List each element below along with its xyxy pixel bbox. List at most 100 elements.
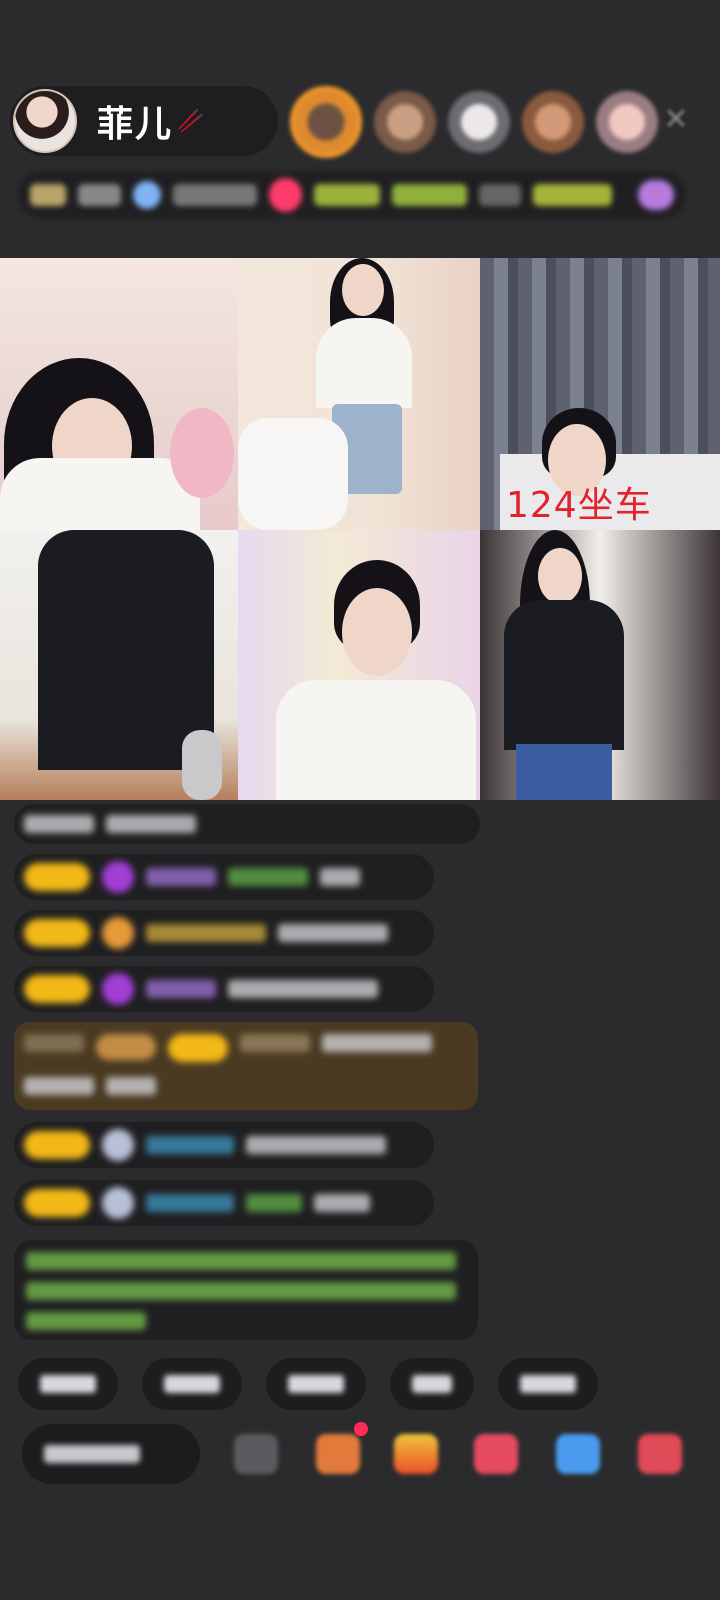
chip-text [40, 1375, 96, 1393]
streamer-face [538, 548, 582, 604]
fan-badge-icon [102, 1129, 134, 1161]
fan-badge-icon [102, 861, 134, 893]
plush-toy [170, 408, 234, 498]
chat-message[interactable] [14, 910, 434, 956]
chat-message[interactable] [14, 854, 434, 900]
quick-reply-chip[interactable] [390, 1358, 474, 1410]
notice-text [26, 1252, 456, 1270]
video-tile[interactable] [238, 530, 480, 800]
level-badge [24, 975, 90, 1003]
host-info-pill[interactable]: 菲儿 🥢 [10, 86, 278, 156]
streamer-clothes [276, 680, 476, 800]
bottom-action-bar [22, 1422, 712, 1488]
tile-caption: 124坐车 [506, 485, 652, 526]
game-icon[interactable] [316, 1434, 360, 1474]
system-notice [14, 1240, 478, 1340]
gift-icon[interactable] [638, 1434, 682, 1474]
viewer-avatar[interactable] [596, 91, 658, 153]
close-icon[interactable]: ✕ [660, 104, 692, 136]
message-text [320, 868, 360, 886]
chat-input-placeholder [44, 1445, 140, 1463]
video-tile[interactable] [0, 258, 238, 530]
fan-badge-icon [102, 1187, 134, 1219]
level-badge [24, 1189, 90, 1217]
gift-box-icon[interactable] [394, 1434, 438, 1474]
fan-badge-icon [133, 181, 162, 209]
viewer-avatar[interactable] [374, 91, 436, 153]
quick-reply-chip[interactable] [142, 1358, 242, 1410]
live-room-screen: 菲儿 🥢 ✕ 124坐车 [0, 0, 720, 1600]
message-text [246, 1136, 386, 1154]
viewer-avatar[interactable] [448, 91, 510, 153]
level-badge [24, 1131, 90, 1159]
video-tile[interactable] [238, 258, 480, 530]
message-text [314, 1194, 370, 1212]
level-badge [168, 1034, 228, 1062]
info-text [173, 184, 257, 206]
message-text [106, 815, 196, 833]
streamer-clothes [0, 458, 200, 530]
video-tile[interactable] [0, 530, 238, 800]
message-text [228, 868, 308, 886]
chat-message-highlight[interactable] [14, 1022, 478, 1110]
info-text [77, 184, 122, 206]
message-text [278, 924, 388, 942]
notice-text [26, 1282, 456, 1300]
wallet-icon[interactable] [556, 1434, 600, 1474]
streamer-face [342, 264, 384, 316]
room-info-strip[interactable] [18, 172, 686, 218]
host-avatar[interactable] [13, 89, 77, 153]
info-tag [479, 184, 521, 206]
quick-reply-chip[interactable] [498, 1358, 598, 1410]
notification-dot [354, 1422, 368, 1436]
chip-text [288, 1375, 344, 1393]
message-text [322, 1034, 432, 1052]
quick-reply-chip[interactable] [18, 1358, 118, 1410]
username [146, 1194, 234, 1212]
multi-guest-video-grid: 124坐车 [0, 258, 720, 800]
username [146, 1136, 234, 1154]
fan-badge-icon [102, 973, 134, 1005]
username [146, 980, 216, 998]
chat-message[interactable] [14, 966, 434, 1012]
message-text [246, 1194, 302, 1212]
message-text [24, 1077, 94, 1095]
more-icon[interactable] [234, 1434, 278, 1474]
fan-badge-icon [102, 917, 134, 949]
level-badge [24, 919, 90, 947]
chip-text [164, 1375, 220, 1393]
streamer-jeans [516, 744, 612, 800]
host-name: 菲儿 [97, 104, 174, 145]
message-text [24, 815, 94, 833]
quick-reply-chip[interactable] [266, 1358, 366, 1410]
info-tag [314, 184, 380, 206]
share-icon[interactable] [474, 1434, 518, 1474]
viewer-avatar[interactable] [290, 86, 362, 158]
streamer-clothes [316, 318, 412, 408]
chip-text [412, 1375, 452, 1393]
info-tag [532, 184, 613, 206]
badge-icon [638, 180, 674, 210]
streamer-clothes [504, 600, 624, 750]
badge [96, 1034, 156, 1060]
chat-message[interactable] [14, 1122, 434, 1168]
quick-reply-bar [18, 1358, 598, 1410]
chat-message[interactable] [14, 804, 480, 844]
viewer-avatar[interactable] [522, 91, 584, 153]
streamer-face [342, 588, 412, 676]
chat-message[interactable] [14, 1180, 434, 1226]
username [146, 924, 266, 942]
badge [24, 1034, 84, 1052]
microphone [182, 730, 222, 800]
foreground-object [238, 418, 348, 530]
chat-input-button[interactable] [22, 1424, 200, 1484]
video-tile[interactable] [480, 530, 720, 800]
video-tile[interactable]: 124坐车 [480, 258, 720, 530]
notice-text [26, 1312, 146, 1330]
host-emoji-icon: 🥢 [177, 108, 205, 134]
chip-text [520, 1375, 576, 1393]
message-text [106, 1077, 156, 1095]
top-viewers-list [290, 86, 658, 158]
level-badge [24, 863, 90, 891]
username [240, 1034, 310, 1052]
